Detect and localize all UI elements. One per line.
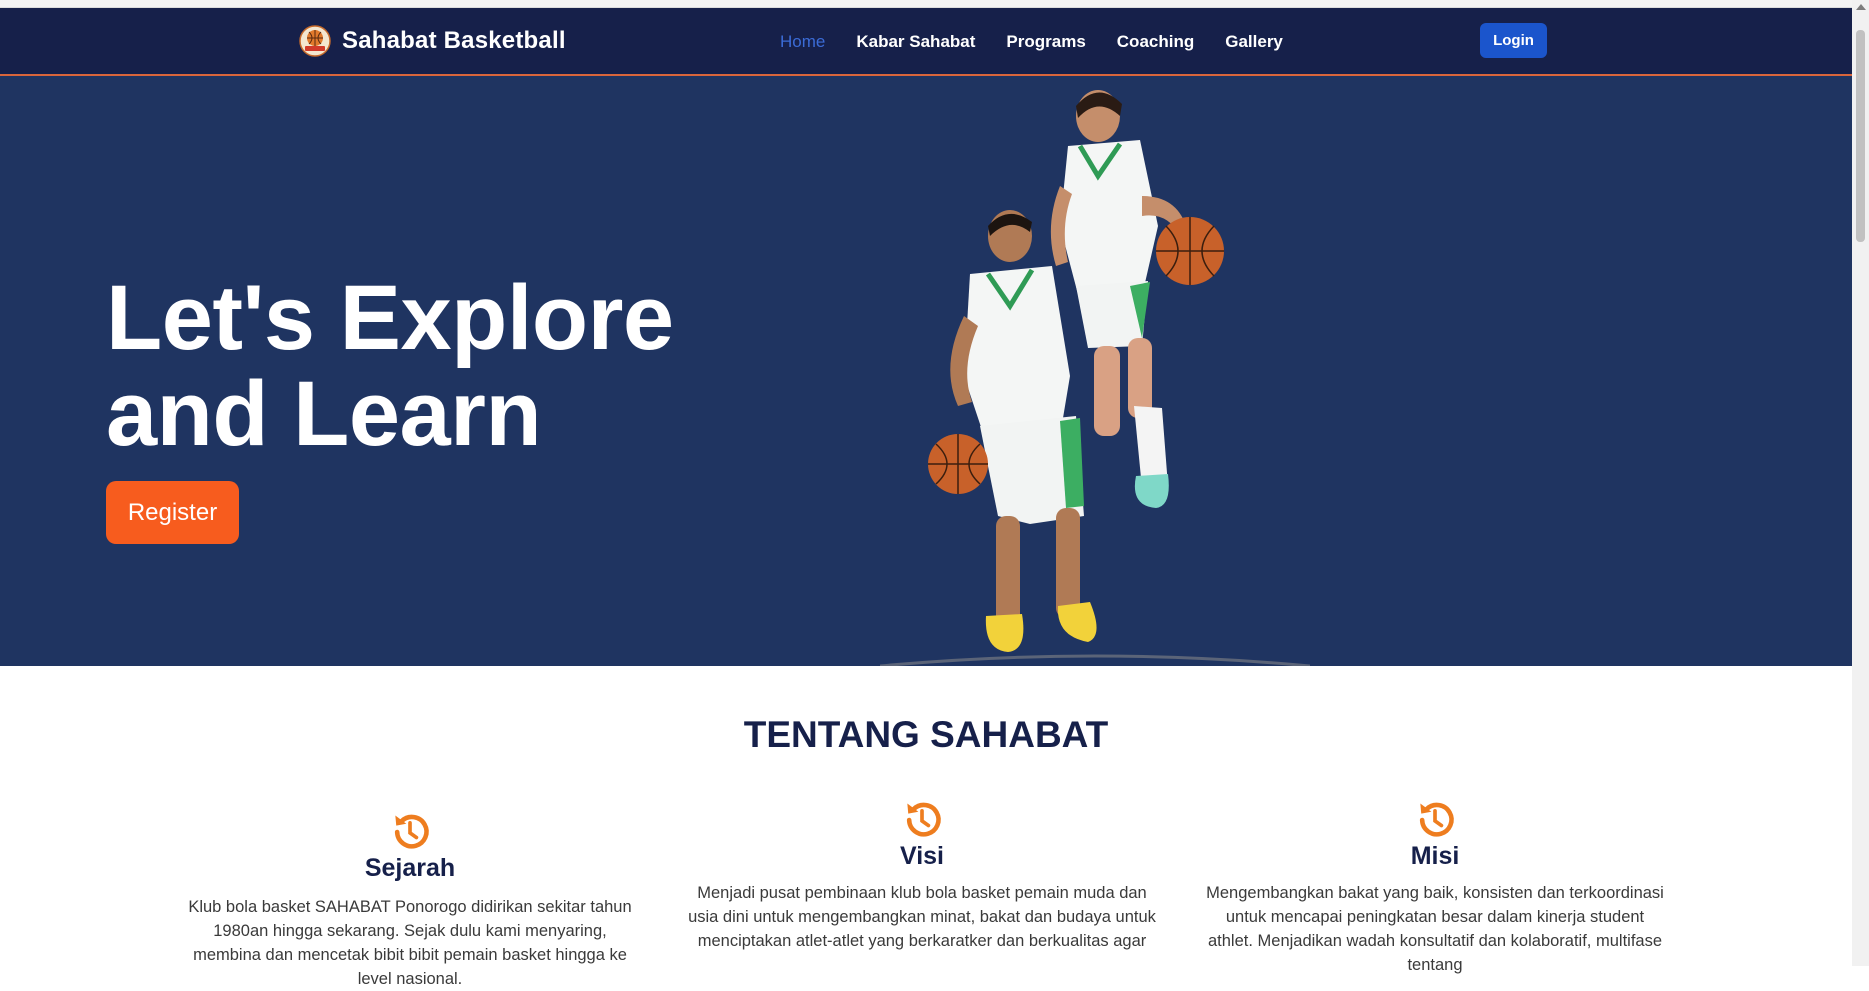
login-button[interactable]: Login bbox=[1480, 23, 1547, 58]
feature-text-visi: Menjadi pusat pembinaan klub bola basket… bbox=[688, 884, 1156, 950]
feature-visi: Visi Menjadi pusat pembinaan klub bola b… bbox=[686, 798, 1158, 953]
navbar: Sahabat Basketball Home Kabar Sahabat Pr… bbox=[0, 8, 1852, 76]
nav-link-gallery[interactable]: Gallery bbox=[1225, 32, 1283, 52]
player-boy-figure bbox=[928, 210, 1097, 652]
nav-link-programs[interactable]: Programs bbox=[1006, 32, 1085, 52]
feature-title-misi: Misi bbox=[1410, 842, 1460, 870]
main-nav: Home Kabar Sahabat Programs Coaching Gal… bbox=[780, 32, 1314, 52]
page-scrollbar[interactable] bbox=[1852, 0, 1869, 966]
scroll-up-arrow-icon[interactable] bbox=[1856, 4, 1866, 10]
feature-misi: Misi Mengembangkan bakat yang baik, kons… bbox=[1202, 798, 1668, 977]
hero-title: Let's Explore and Learn bbox=[106, 270, 674, 462]
about-title: TENTANG SAHABAT bbox=[743, 714, 1109, 755]
hero-bottom-arc bbox=[880, 654, 1310, 666]
nav-link-home[interactable]: Home bbox=[780, 32, 825, 52]
feature-title-sejarah: Sejarah bbox=[364, 854, 456, 882]
basketball-players-image bbox=[928, 90, 1224, 652]
browser-top-strip bbox=[0, 0, 1852, 8]
nav-link-coaching[interactable]: Coaching bbox=[1117, 32, 1194, 52]
brand[interactable]: Sahabat Basketball bbox=[299, 25, 566, 57]
nav-link-kabar-sahabat[interactable]: Kabar Sahabat bbox=[856, 32, 975, 52]
hero-title-line-1: Let's Explore bbox=[106, 267, 674, 369]
history-icon bbox=[394, 814, 429, 849]
scrollbar-thumb[interactable] bbox=[1856, 30, 1865, 242]
history-icon bbox=[906, 802, 941, 837]
feature-text-misi: Mengembangkan bakat yang baik, konsisten… bbox=[1206, 884, 1664, 974]
feature-title-visi: Visi bbox=[899, 842, 945, 870]
hero-title-line-2: and Learn bbox=[106, 363, 542, 465]
brand-name: Sahabat Basketball bbox=[342, 27, 566, 54]
hero-section: Let's Explore and Learn Register bbox=[0, 76, 1852, 666]
feature-text-sejarah: Klub bola basket SAHABAT Ponorogo didiri… bbox=[188, 898, 632, 988]
register-button[interactable]: Register bbox=[106, 481, 239, 544]
feature-sejarah: Sejarah Klub bola basket SAHABAT Ponorog… bbox=[178, 810, 642, 991]
history-icon bbox=[1419, 802, 1454, 837]
basketball-club-logo-icon bbox=[299, 25, 331, 57]
